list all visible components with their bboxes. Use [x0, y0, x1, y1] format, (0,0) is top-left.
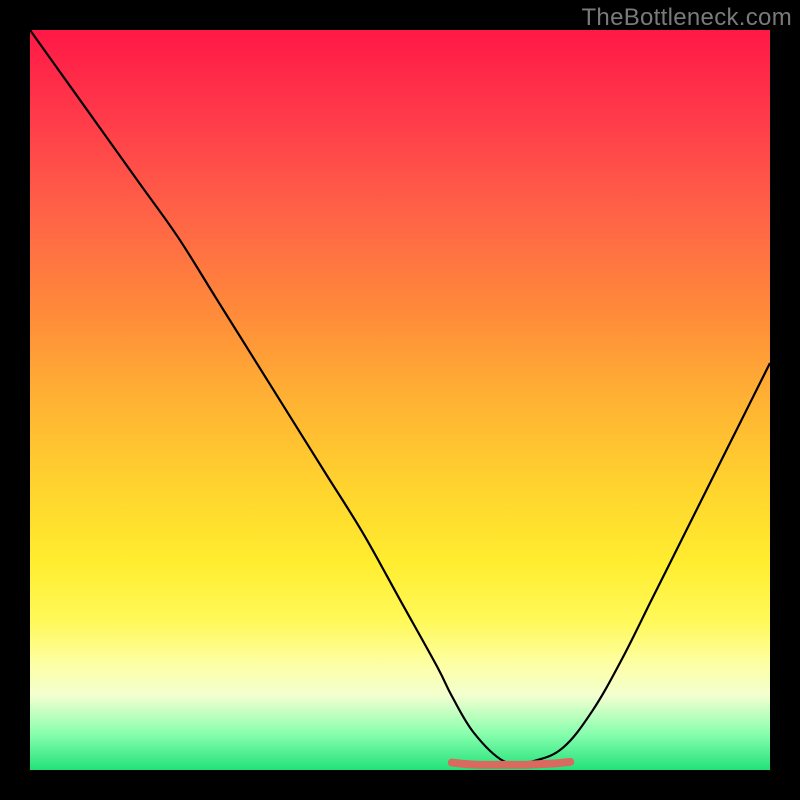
optimal-flat-segment: [452, 762, 570, 765]
watermark-text: TheBottleneck.com: [581, 4, 792, 32]
bottleneck-curve-right: [504, 363, 770, 765]
chart-svg: [30, 30, 770, 770]
chart-frame: TheBottleneck.com: [0, 0, 800, 800]
bottleneck-curve-left: [30, 30, 533, 765]
plot-area: [30, 30, 770, 770]
